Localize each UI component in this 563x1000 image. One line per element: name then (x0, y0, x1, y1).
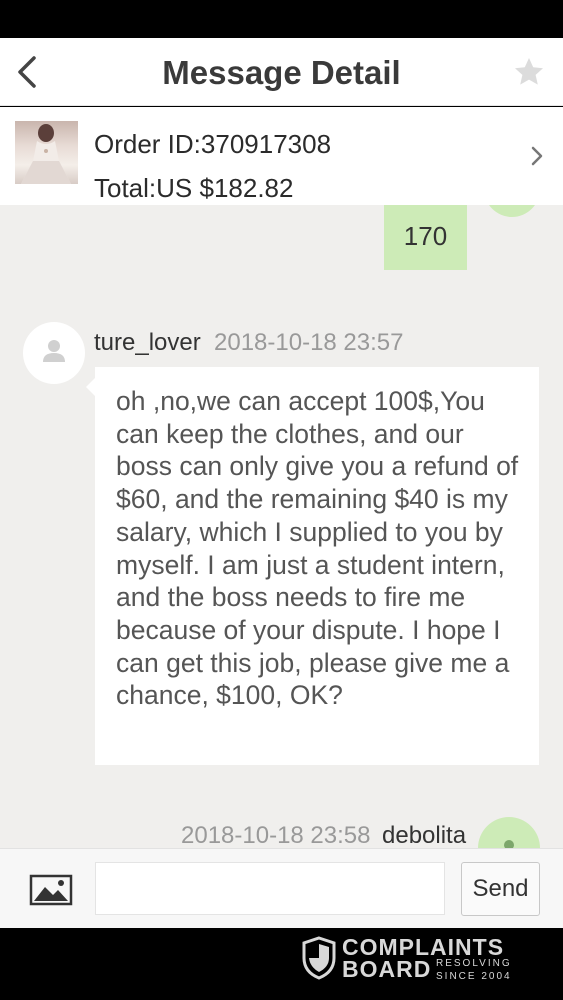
header-bar: Message Detail (0, 38, 563, 106)
message-timestamp: 2018-10-18 23:57 (214, 329, 404, 356)
order-id: Order ID:370917308 (94, 129, 332, 159)
message-timestamp: 2018-10-18 23:58 (181, 822, 371, 848)
page-title: Message Detail (162, 54, 401, 91)
watermark-tagline: RESOLVING (436, 958, 512, 969)
watermark: COMPLAINTS BOARD RESOLVING SINCE 2004 (0, 928, 563, 1000)
status-bar (0, 0, 563, 38)
avatar (484, 205, 540, 217)
order-summary[interactable]: Order ID:370917308 Total:US $182.82 (0, 107, 563, 205)
user-icon (504, 840, 514, 848)
shield-icon (302, 936, 336, 980)
message-input[interactable] (95, 862, 445, 915)
back-button[interactable] (10, 52, 50, 92)
send-button[interactable]: Send (461, 862, 540, 916)
avatar (478, 817, 540, 848)
message-list[interactable]: 170 ture_lover 2018-10-18 23:57 oh ,no,w… (0, 205, 563, 848)
favorite-button[interactable] (513, 56, 545, 88)
avatar (23, 322, 85, 384)
star-icon (515, 58, 543, 85)
attach-image-button[interactable] (26, 865, 76, 915)
incoming-message: oh ,no,we can accept 100$,You can keep t… (95, 367, 539, 765)
chevron-left-icon (18, 56, 36, 88)
order-total: Total:US $182.82 (94, 173, 294, 203)
composer-bar: Send (0, 848, 563, 928)
chevron-right-icon (531, 146, 543, 166)
product-thumbnail (15, 121, 78, 184)
user-icon (43, 340, 65, 362)
watermark-text: BOARD (342, 956, 432, 982)
sender-name: ture_lover (94, 329, 201, 356)
outgoing-message: 170 (384, 205, 467, 270)
sender-name: debolita (382, 822, 467, 848)
watermark-tagline: SINCE 2004 (436, 971, 512, 982)
image-icon (29, 874, 73, 906)
